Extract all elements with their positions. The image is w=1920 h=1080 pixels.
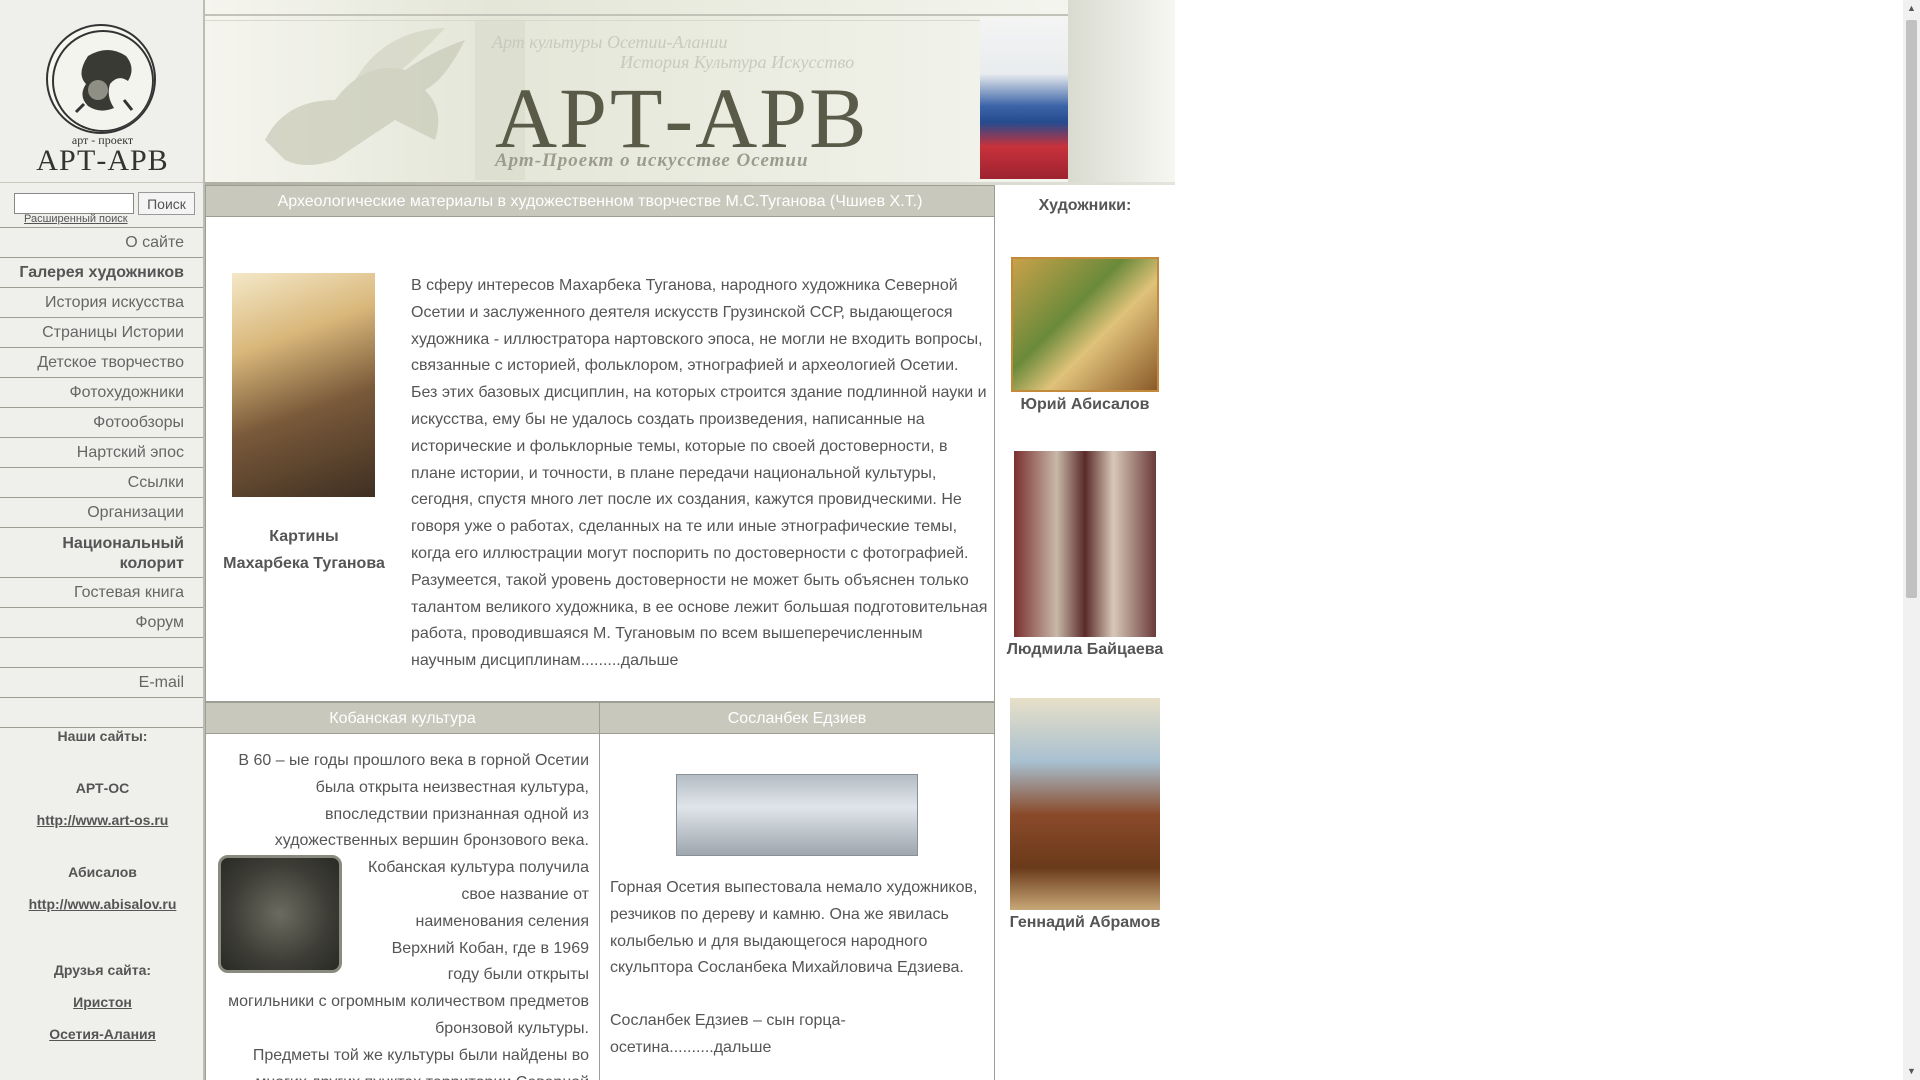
menu-item-national-color[interactable]: Национальный колорит (0, 528, 203, 578)
menu-item-photo-artists[interactable]: Фотохудожники (0, 378, 203, 408)
menu-item-about[interactable]: О сайте (0, 228, 203, 258)
search-form: Поиск Расширенный поиск (0, 183, 203, 228)
scroll-up-icon[interactable]: ▲ (1903, 0, 1920, 17)
feature-caption[interactable]: Картины Махарбека Туганова (206, 523, 402, 577)
koban-text-1: В 60 – ые годы прошлого века в горной Ос… (238, 752, 589, 850)
koban-artifact-image[interactable] (218, 855, 342, 974)
edziev-article: Сосланбек Едзиев Горная Осетия выпестова… (600, 702, 994, 1080)
friend1-link[interactable]: Иристон (0, 994, 205, 1010)
left-sidebar: арт - проект АРТ-АРВ Поиск Расширенный п… (0, 0, 205, 1080)
menu-item-organizations[interactable]: Организации (0, 498, 203, 528)
site1-name: АРТ-ОС (75, 780, 130, 796)
artist-3-name[interactable]: Геннадий Абрамов (995, 914, 1175, 932)
edziev-heading[interactable]: Сосланбек Едзиев (600, 702, 994, 734)
artist-card[interactable]: Геннадий Абрамов (995, 698, 1175, 932)
banner-tagline-1: Арт культуры Осетии-Алании (492, 32, 728, 52)
edziev-body: Горная Осетия выпестовала немало художни… (610, 875, 986, 1062)
search-input[interactable] (14, 193, 134, 214)
artist-2-name[interactable]: Людмила Байцаева (995, 641, 1175, 659)
artists-sidebar: Художники: Юрий Абисалов Людмила Байцаев… (995, 185, 1175, 1080)
flag-image (980, 17, 1068, 179)
pegasus-icon (265, 20, 525, 180)
site1-link[interactable]: http://www.art-os.ru (0, 812, 205, 828)
menu-item-art-history[interactable]: История искусства (0, 288, 203, 318)
menu-item-nart-epic[interactable]: Нартский эпос (0, 438, 203, 468)
two-column-articles: Кобанская культура В 60 – ые годы прошло… (206, 702, 994, 1080)
artists-heading: Художники: (1038, 197, 1132, 214)
banner-subtitle: Арт-Проект о искусстве Осетии (495, 150, 809, 171)
koban-article: Кобанская культура В 60 – ые годы прошло… (206, 702, 600, 1080)
logo-title: АРТ-АРВ (36, 144, 169, 177)
menu-item-forum[interactable]: Форум (0, 608, 203, 638)
friends-heading: Друзья сайта: (53, 962, 152, 978)
feature-text: В сферу интересов Махарбека Туганова, на… (411, 277, 988, 670)
page-scrollbar[interactable]: ▲ ▼ (1903, 0, 1920, 1080)
search-button[interactable]: Поиск (138, 192, 195, 215)
caption-line-1: Картины (269, 528, 339, 545)
edziev-text-2: Сосланбек Едзиев – сын горца-осетина....… (610, 1012, 846, 1056)
artist-card[interactable]: Людмила Байцаева (995, 451, 1175, 659)
our-sites-heading: Наши сайты: (57, 728, 148, 744)
koban-heading[interactable]: Кобанская культура (206, 702, 599, 734)
scrollbar-thumb[interactable] (1906, 20, 1917, 598)
artist-1-name[interactable]: Юрий Абисалов (995, 396, 1175, 414)
our-sites-block: Наши сайты: АРТ-ОС http://www.art-os.ru … (0, 728, 205, 1042)
scroll-down-icon[interactable]: ▼ (1903, 1063, 1920, 1080)
main-content: Археологические материалы в художественн… (205, 185, 995, 1080)
site2-link[interactable]: http://www.abisalov.ru (0, 896, 205, 912)
menu-item-guestbook[interactable]: Гостевая книга (0, 578, 203, 608)
logo-emblem-icon (46, 24, 156, 134)
menu-item-links[interactable]: Ссылки (0, 468, 203, 498)
tuganov-painting-image[interactable] (232, 273, 375, 497)
menu-item-children-art[interactable]: Детское творчество (0, 348, 203, 378)
banner-line (205, 14, 1175, 16)
advanced-search-link[interactable]: Расширенный поиск (24, 213, 128, 225)
feature-heading[interactable]: Археологические материалы в художественн… (206, 185, 994, 217)
edziev-sculpture-image[interactable] (676, 774, 918, 856)
menu-item-blank (0, 638, 203, 668)
menu-item-history-pages[interactable]: Страницы Истории (0, 318, 203, 348)
site2-name: Абисалов (68, 864, 137, 880)
caption-line-2: Махарбека Туганова (223, 555, 385, 572)
friend2-link[interactable]: Осетия-Алания (0, 1026, 205, 1042)
edziev-text-1: Горная Осетия выпестовала немало художни… (610, 879, 978, 977)
artist-3-image[interactable] (1010, 698, 1160, 910)
menu-item-artists-gallery[interactable]: Галерея художников (0, 258, 203, 288)
koban-text-3: Предметы той же культуры были найдены во… (252, 1046, 589, 1080)
artist-1-image[interactable] (1011, 257, 1159, 392)
main-menu: О сайте Галерея художников История искус… (0, 228, 203, 728)
artist-card[interactable]: Юрий Абисалов (995, 257, 1175, 414)
artist-2-image[interactable] (1014, 451, 1156, 637)
koban-body: В 60 – ые годы прошлого века в горной Ос… (206, 734, 599, 1080)
menu-item-photo-reviews[interactable]: Фотообзоры (0, 408, 203, 438)
header-banner: Арт культуры Осетии-Алании История Культ… (205, 0, 1175, 185)
menu-item-blank (0, 698, 203, 728)
feature-article: Картины Махарбека Туганова В сферу интер… (206, 217, 994, 702)
banner-fade (1068, 0, 1175, 185)
menu-item-email[interactable]: E-mail (0, 668, 203, 698)
site-logo[interactable]: арт - проект АРТ-АРВ (0, 0, 203, 183)
